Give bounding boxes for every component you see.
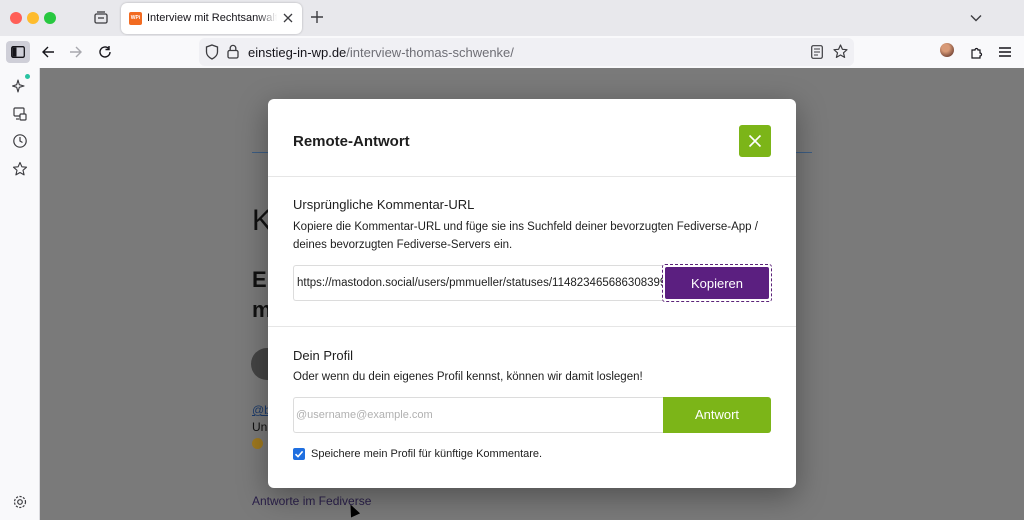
bookmarks-star-icon[interactable] [12, 161, 28, 177]
lock-icon[interactable] [227, 44, 239, 59]
sidebar-icon [11, 46, 25, 58]
new-tab-icon[interactable] [310, 10, 324, 24]
tab-overview-icon[interactable] [93, 10, 109, 26]
tab-bar: WPi Interview mit Rechtsanwalt Dr. Thoma… [0, 0, 1024, 36]
synced-tabs-icon[interactable] [12, 106, 28, 122]
tracking-protection-shield-icon[interactable] [205, 44, 219, 60]
bookmark-star-icon[interactable] [833, 44, 848, 59]
reader-view-icon[interactable] [811, 45, 823, 59]
extensions-button[interactable] [965, 41, 989, 63]
window-close-button[interactable] [10, 12, 22, 24]
profile-input-wrapper [293, 397, 663, 433]
account-avatar[interactable] [940, 43, 954, 57]
url-domain: einstieg-in-wp.de [248, 45, 347, 60]
reload-button[interactable] [93, 41, 117, 63]
emoji-icon [252, 438, 263, 449]
dialog-section-divider [268, 326, 796, 327]
comment-url-field[interactable]: https://mastodon.social/users/pmmueller/… [293, 265, 663, 301]
comment-text-partial: Un [252, 420, 268, 434]
copy-button[interactable]: Kopieren [662, 264, 772, 302]
remember-profile-label[interactable]: Speichere mein Profil für künftige Komme… [311, 448, 542, 460]
back-button[interactable] [36, 41, 60, 63]
forward-arrow-icon [70, 46, 82, 58]
checkmark-icon [294, 450, 304, 458]
notification-dot [25, 74, 30, 79]
navigation-bar: einstieg-in-wp.de/interview-thomas-schwe… [0, 36, 1024, 68]
window-minimize-button[interactable] [27, 12, 39, 24]
browser-sidebar [0, 68, 40, 520]
address-bar[interactable]: einstieg-in-wp.de/interview-thomas-schwe… [199, 38, 854, 66]
close-icon [748, 134, 762, 148]
comment-url-value: https://mastodon.social/users/pmmueller/… [297, 277, 663, 289]
window-maximize-button[interactable] [44, 12, 56, 24]
site-favicon: WPi [129, 12, 142, 25]
tab-title: Interview mit Rechtsanwalt Dr. Thomas Sc… [147, 12, 277, 24]
url-text[interactable]: einstieg-in-wp.de/interview-thomas-schwe… [248, 45, 514, 60]
profile-handle-input[interactable] [294, 398, 663, 432]
comment-url-description: Kopiere die Kommentar-URL und füge sie i… [293, 221, 758, 251]
sidebar-settings-gear-icon[interactable] [12, 494, 28, 510]
dialog-close-button[interactable] [739, 125, 771, 157]
back-arrow-icon [42, 46, 54, 58]
forward-button[interactable] [64, 41, 88, 63]
url-path: /interview-thomas-schwenke/ [346, 45, 514, 60]
puzzle-icon [970, 47, 982, 59]
tab-close-icon[interactable] [282, 12, 294, 24]
reload-icon [99, 46, 111, 58]
answer-button[interactable]: Antwort [663, 397, 771, 433]
ai-sparkle-icon[interactable] [12, 78, 28, 94]
active-tab[interactable]: WPi Interview mit Rechtsanwalt Dr. Thoma… [121, 3, 302, 34]
profile-section-title: Dein Profil [293, 348, 353, 363]
app-menu-button[interactable] [993, 41, 1017, 63]
remote-reply-dialog: Remote-Antwort Ursprüngliche Kommentar-U… [268, 99, 796, 488]
dialog-header-divider [268, 176, 796, 177]
sidebar-toggle-button[interactable] [6, 41, 30, 63]
profile-description: Oder wenn du dein eigenes Profil kennst,… [293, 371, 643, 383]
remember-profile-checkbox[interactable] [293, 448, 305, 460]
dialog-title: Remote-Antwort [293, 133, 410, 150]
comment-url-section-title: Ursprüngliche Kommentar-URL [293, 197, 475, 212]
history-clock-icon[interactable] [12, 133, 28, 149]
copy-button-label: Kopieren [665, 267, 769, 299]
chevron-down-icon[interactable] [969, 11, 983, 25]
hamburger-menu-icon [999, 47, 1011, 57]
